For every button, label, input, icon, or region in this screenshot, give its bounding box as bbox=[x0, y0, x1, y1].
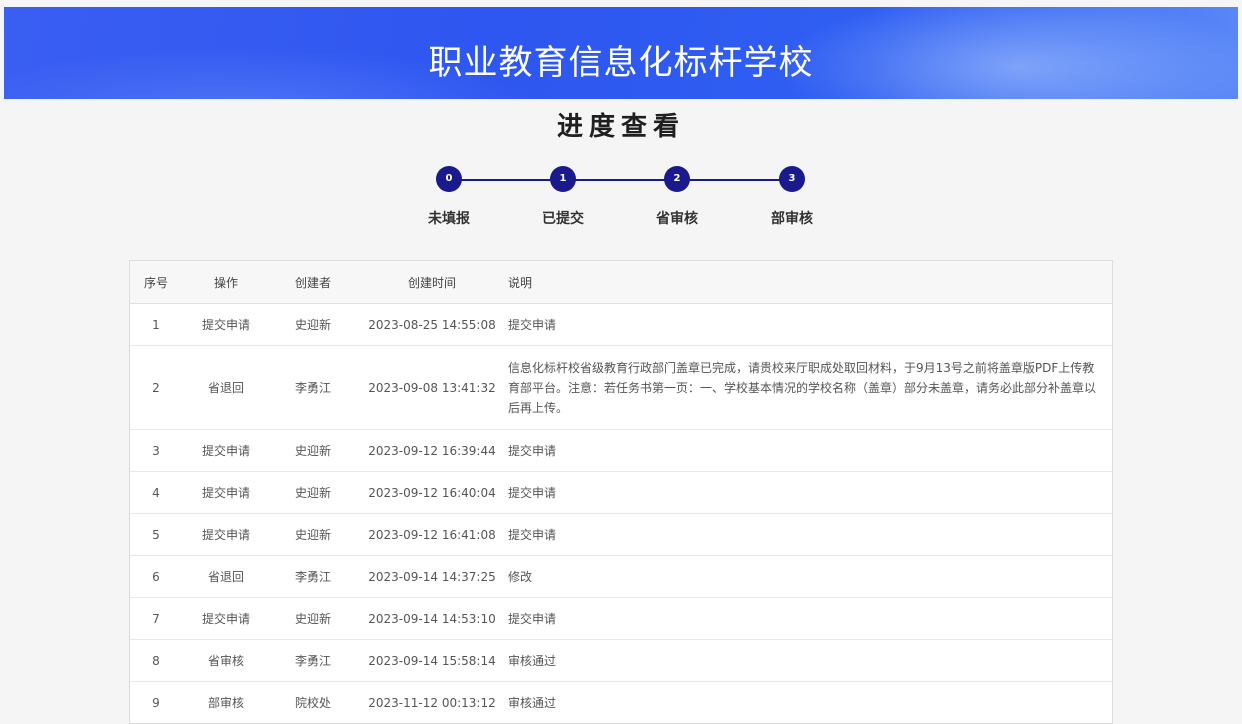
progress-table: 序号 操作 创建者 创建时间 说明 1 提交申请 史迎新 2023-08-25 … bbox=[129, 260, 1113, 724]
cell-time: 2023-09-14 14:53:10 bbox=[356, 597, 508, 640]
cell-no: 3 bbox=[130, 429, 182, 472]
step-label: 省审核 bbox=[656, 211, 698, 227]
cell-no: 2 bbox=[130, 345, 182, 430]
col-header-note: 说明 bbox=[508, 261, 1112, 304]
step-number-badge: 0 bbox=[436, 166, 462, 192]
cell-time: 2023-09-14 14:37:25 bbox=[356, 555, 508, 598]
cell-operation: 提交申请 bbox=[182, 471, 270, 514]
cell-operation: 提交申请 bbox=[182, 597, 270, 640]
table-row: 6 省退回 李勇江 2023-09-14 14:37:25 修改 bbox=[130, 555, 1112, 598]
cell-time: 2023-08-25 14:55:08 bbox=[356, 303, 508, 346]
cell-time: 2023-09-12 16:40:04 bbox=[356, 471, 508, 514]
cell-note: 提交申请 bbox=[508, 471, 1112, 514]
cell-note: 提交申请 bbox=[508, 429, 1112, 472]
table-row: 3 提交申请 史迎新 2023-09-12 16:39:44 提交申请 bbox=[130, 429, 1112, 472]
cell-creator: 李勇江 bbox=[270, 639, 356, 682]
table-row: 7 提交申请 史迎新 2023-09-14 14:53:10 提交申请 bbox=[130, 597, 1112, 640]
col-header-created-time: 创建时间 bbox=[356, 261, 508, 304]
table-row: 5 提交申请 史迎新 2023-09-12 16:41:08 提交申请 bbox=[130, 513, 1112, 556]
page-title: 进度查看 bbox=[556, 112, 685, 142]
cell-no: 6 bbox=[130, 555, 182, 598]
cell-operation: 省退回 bbox=[182, 345, 270, 430]
site-title: 职业教育信息化标杆学校 bbox=[428, 43, 814, 83]
cell-creator: 史迎新 bbox=[270, 429, 356, 472]
cell-no: 5 bbox=[130, 513, 182, 556]
step-unfilled: 0 未填报 bbox=[404, 166, 494, 228]
cell-creator: 李勇江 bbox=[270, 345, 356, 430]
step-label: 未填报 bbox=[428, 211, 470, 227]
progress-line bbox=[449, 179, 792, 181]
table-row: 1 提交申请 史迎新 2023-08-25 14:55:08 提交申请 bbox=[130, 303, 1112, 346]
cell-operation: 省审核 bbox=[182, 639, 270, 682]
cell-creator: 李勇江 bbox=[270, 555, 356, 598]
step-number-badge: 2 bbox=[664, 166, 690, 192]
cell-note: 提交申请 bbox=[508, 513, 1112, 556]
cell-operation: 提交申请 bbox=[182, 513, 270, 556]
cell-no: 4 bbox=[130, 471, 182, 514]
cell-note: 提交申请 bbox=[508, 303, 1112, 346]
cell-operation: 省退回 bbox=[182, 555, 270, 598]
col-header-no: 序号 bbox=[130, 261, 182, 304]
cell-creator: 史迎新 bbox=[270, 513, 356, 556]
col-header-creator: 创建者 bbox=[270, 261, 356, 304]
table-header-row: 序号 操作 创建者 创建时间 说明 bbox=[130, 261, 1112, 304]
step-label: 部审核 bbox=[771, 211, 813, 227]
cell-creator: 史迎新 bbox=[270, 597, 356, 640]
table-row: 4 提交申请 史迎新 2023-09-12 16:40:04 提交申请 bbox=[130, 471, 1112, 514]
progress-steps: 0 未填报 1 已提交 2 省审核 3 部审核 bbox=[0, 166, 1242, 236]
cell-note: 信息化标杆校省级教育行政部门盖章已完成，请贵校来厅职成处取回材料，于9月13号之… bbox=[508, 345, 1112, 430]
step-label: 已提交 bbox=[542, 211, 584, 227]
step-ministry-review: 3 部审核 bbox=[747, 166, 837, 228]
step-number-badge: 3 bbox=[779, 166, 805, 192]
cell-time: 2023-09-12 16:41:08 bbox=[356, 513, 508, 556]
table-row: 8 省审核 李勇江 2023-09-14 15:58:14 审核通过 bbox=[130, 639, 1112, 682]
cell-creator: 史迎新 bbox=[270, 471, 356, 514]
cell-time: 2023-09-08 13:41:32 bbox=[356, 345, 508, 430]
cell-time: 2023-09-12 16:39:44 bbox=[356, 429, 508, 472]
header-banner: 职业教育信息化标杆学校 bbox=[4, 7, 1238, 99]
step-province-review: 2 省审核 bbox=[632, 166, 722, 228]
cell-operation: 提交申请 bbox=[182, 429, 270, 472]
cell-note: 提交申请 bbox=[508, 597, 1112, 640]
cell-time: 2023-09-14 15:58:14 bbox=[356, 639, 508, 682]
cell-note: 审核通过 bbox=[508, 639, 1112, 682]
step-submitted: 1 已提交 bbox=[518, 166, 608, 228]
cell-creator: 史迎新 bbox=[270, 303, 356, 346]
cell-no: 7 bbox=[130, 597, 182, 640]
cell-no: 1 bbox=[130, 303, 182, 346]
cell-note: 修改 bbox=[508, 555, 1112, 598]
cell-operation: 提交申请 bbox=[182, 303, 270, 346]
step-number-badge: 1 bbox=[550, 166, 576, 192]
cell-no: 8 bbox=[130, 639, 182, 682]
col-header-operation: 操作 bbox=[182, 261, 270, 304]
table-row: 2 省退回 李勇江 2023-09-08 13:41:32 信息化标杆校省级教育… bbox=[130, 345, 1112, 430]
